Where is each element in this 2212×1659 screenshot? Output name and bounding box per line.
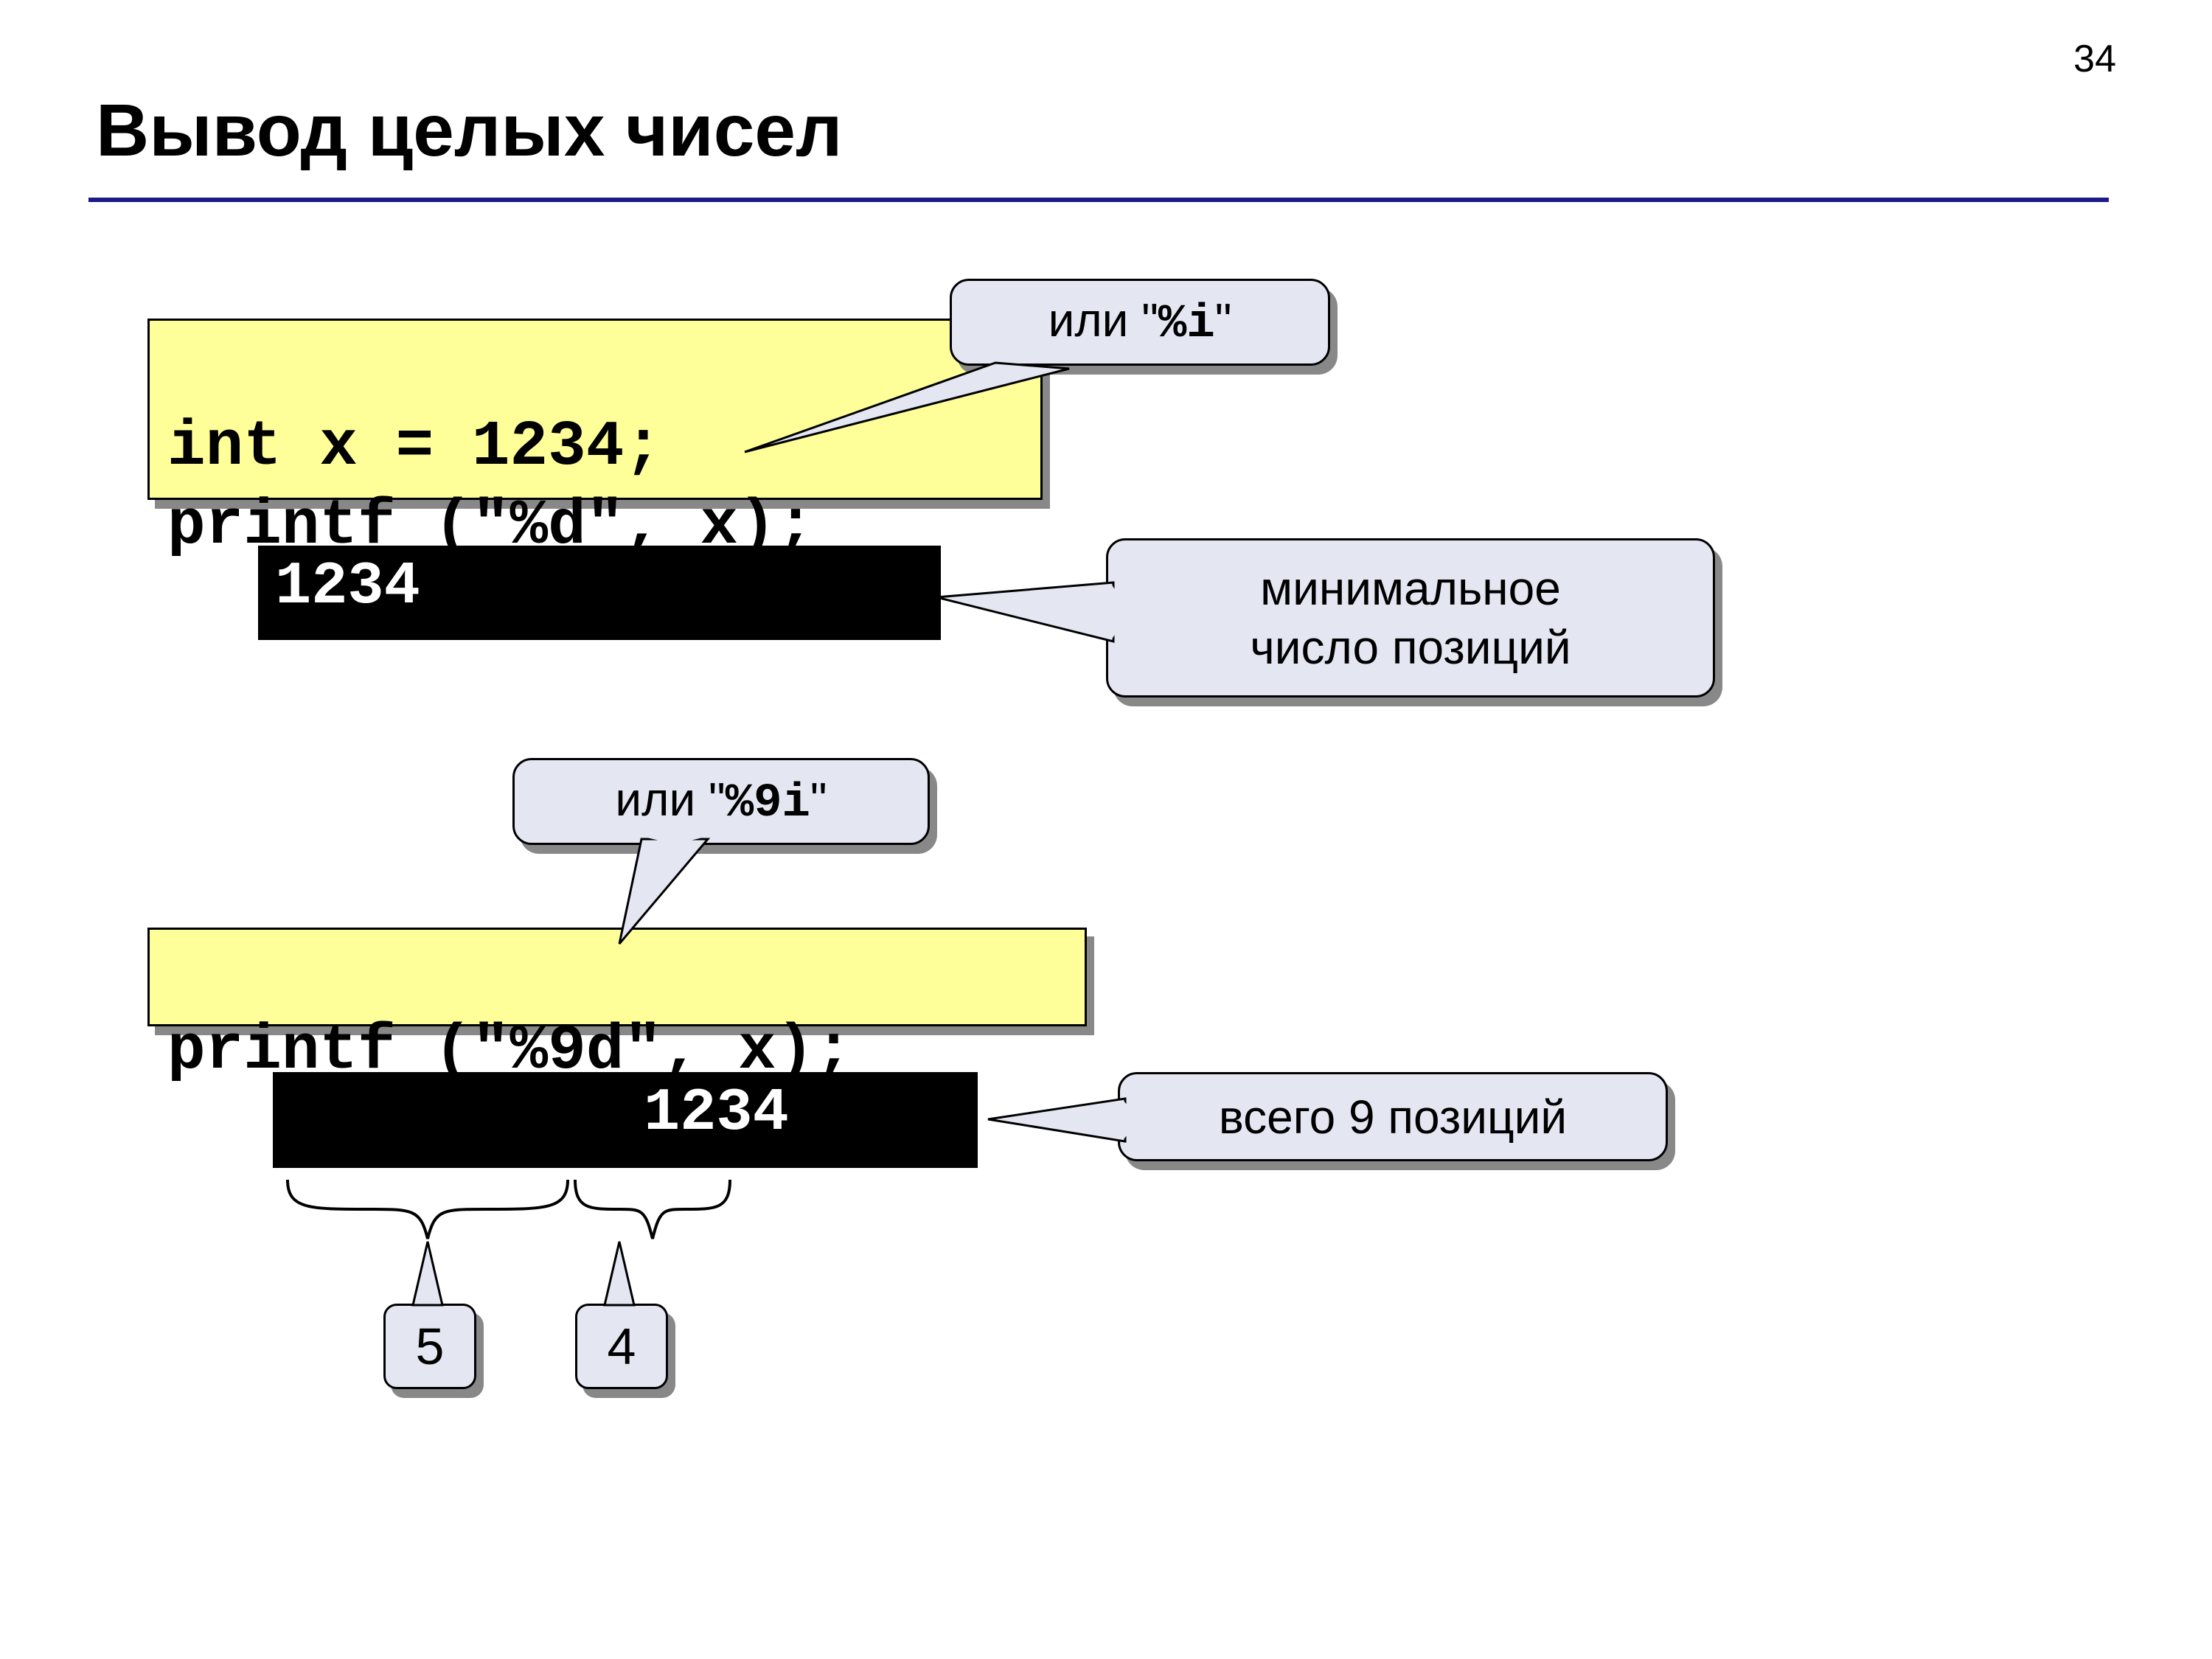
pointer-total-9 — [988, 1099, 1139, 1141]
brace-right — [575, 1180, 730, 1239]
callout-percent-9i-prefix: или " — [615, 773, 725, 826]
callout-total-9: всего 9 позиций — [1118, 1072, 1668, 1161]
brace-count-5-text: 5 — [416, 1317, 445, 1376]
callout-min-pos-line1: минимальное — [1260, 562, 1561, 615]
pointer-brace-5 — [413, 1242, 442, 1305]
console-output-2: 1234 — [273, 1072, 978, 1168]
pointer-brace-4 — [605, 1242, 634, 1305]
callout-percent-9i-suffix: " — [810, 773, 827, 826]
callout-percent-i-suffix: " — [1215, 293, 1232, 347]
title-underline — [88, 198, 2109, 202]
pointer-min-pos — [936, 582, 1128, 641]
brace-count-4-text: 4 — [608, 1317, 636, 1376]
callout-total9-text: всего 9 позиций — [1219, 1088, 1567, 1147]
code1-line1: int x = 1234; — [167, 411, 662, 483]
pointer-overlay — [0, 0, 2212, 1659]
console2-text: 1234 — [644, 1079, 789, 1147]
callout-min-positions: минимальное число позиций — [1106, 538, 1715, 698]
callout-percent-9i-code: %9i — [726, 777, 810, 830]
code-block-1: int x = 1234; printf ("%d", x); — [147, 319, 1043, 500]
brace-count-4: 4 — [575, 1304, 668, 1389]
console1-text: 1234 — [275, 552, 420, 621]
callout-percent-9i: или "%9i" — [512, 758, 930, 845]
brace-left — [288, 1180, 568, 1239]
slide-title: Вывод целых чисел — [96, 88, 843, 173]
code-block-2: printf ("%9d", x); — [147, 928, 1087, 1026]
callout-percent-i-code: %i — [1158, 298, 1215, 351]
callout-min-pos-line2: число позиций — [1250, 621, 1571, 674]
callout-percent-i: или "%i" — [950, 279, 1330, 366]
page-number: 34 — [2073, 37, 2116, 81]
callout-percent-i-prefix: или " — [1048, 293, 1158, 347]
console-output-1: 1234 — [258, 546, 941, 640]
brace-count-5: 5 — [383, 1304, 476, 1389]
